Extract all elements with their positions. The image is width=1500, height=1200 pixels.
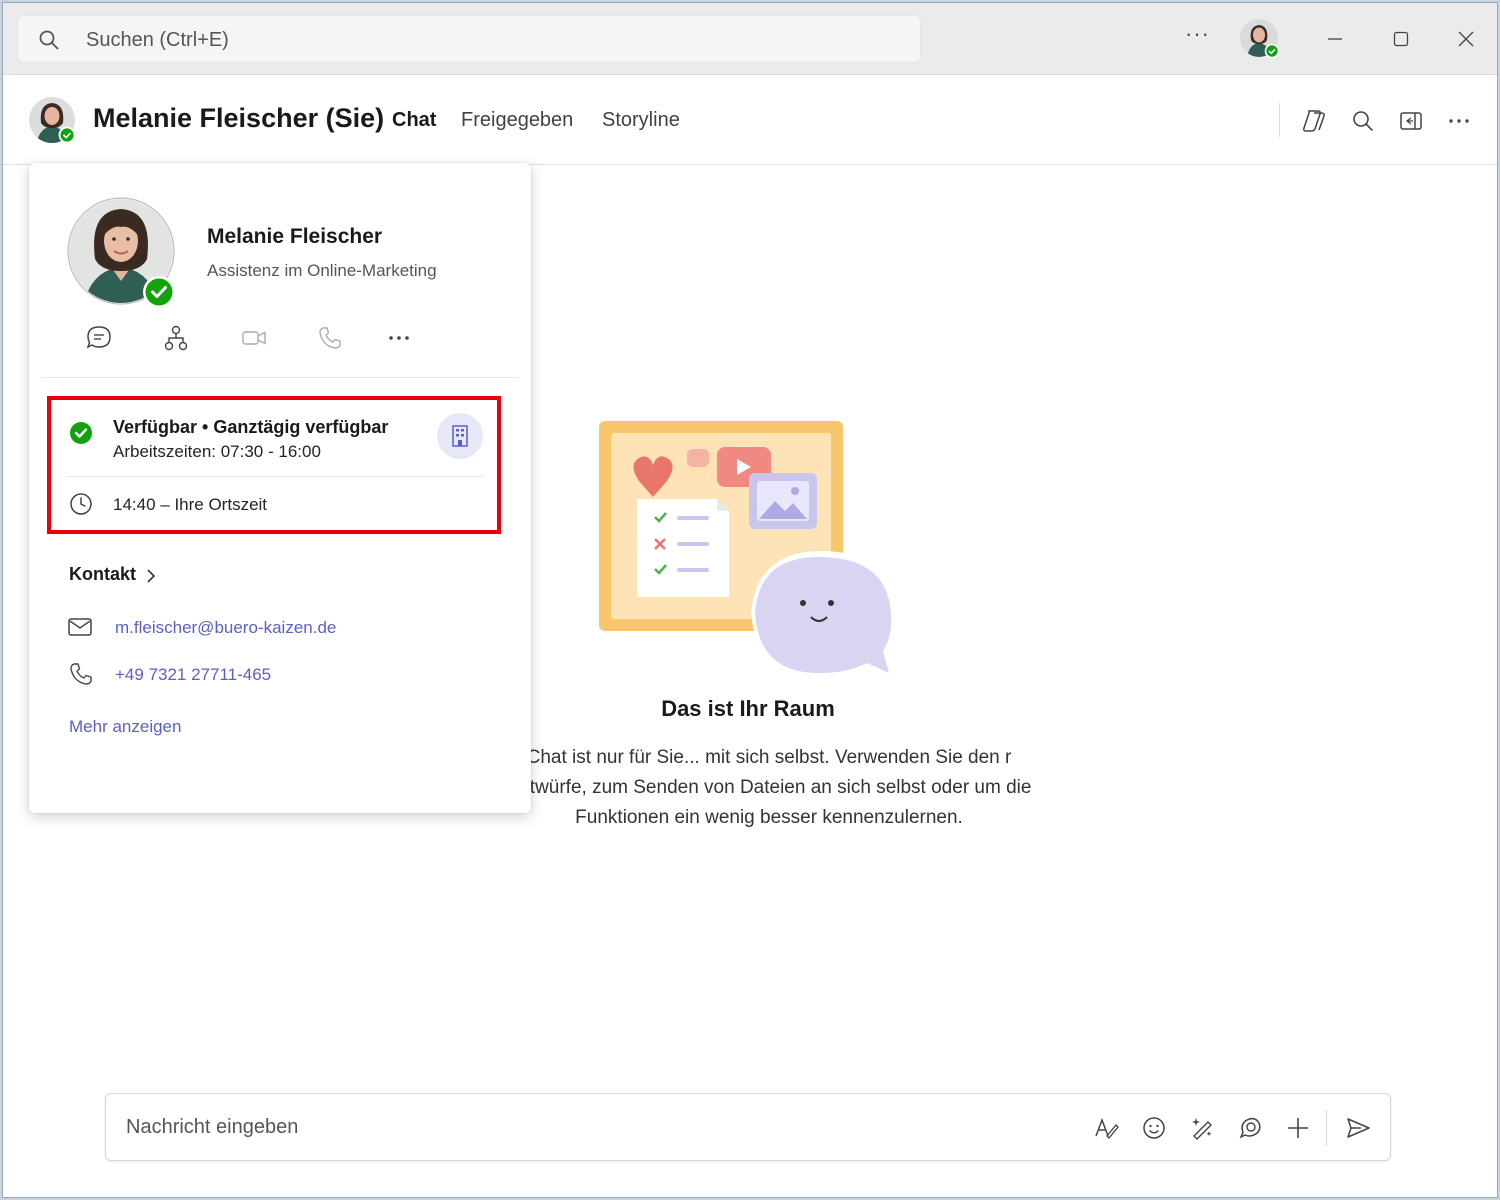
profile-photo xyxy=(67,197,175,308)
show-more-link[interactable]: Mehr anzeigen xyxy=(69,717,181,737)
search-icon xyxy=(39,30,59,50)
tab-chat[interactable]: Chat xyxy=(392,109,436,132)
chevron-right-icon[interactable] xyxy=(143,566,159,586)
contact-heading[interactable]: Kontakt xyxy=(69,564,136,585)
card-divider xyxy=(41,377,519,378)
building-button[interactable] xyxy=(437,413,483,459)
more-actions-icon[interactable] xyxy=(384,323,414,353)
video-call-icon[interactable] xyxy=(239,323,269,353)
more-icon[interactable] xyxy=(1445,107,1473,135)
title-bar: Suchen (Ctrl+E) ··· xyxy=(3,3,1497,75)
close-icon[interactable] xyxy=(1452,25,1480,53)
mail-icon xyxy=(68,618,92,636)
tab-storyline[interactable]: Storyline xyxy=(602,109,680,132)
message-input[interactable]: Nachricht eingeben xyxy=(126,1116,298,1139)
emoji-icon[interactable] xyxy=(1140,1114,1168,1142)
teams-window: Suchen (Ctrl+E) ··· Melanie Fleischer (S… xyxy=(2,2,1498,1198)
empty-state-title: Das ist Ihr Raum xyxy=(661,696,835,721)
available-status-icon xyxy=(70,422,92,444)
header-divider xyxy=(1279,103,1280,137)
profile-card: Melanie Fleischer Assistenz im Online-Ma… xyxy=(29,163,531,813)
search-placeholder: Suchen (Ctrl+E) xyxy=(86,29,229,51)
phone-call-icon[interactable] xyxy=(315,323,345,353)
building-icon xyxy=(452,425,468,447)
ai-rewrite-icon[interactable] xyxy=(1188,1114,1216,1142)
chat-icon[interactable] xyxy=(84,323,114,353)
phone-link[interactable]: +49 7321 27711-465 xyxy=(115,665,271,685)
format-icon[interactable] xyxy=(1092,1114,1120,1142)
profile-role: Assistenz im Online-Marketing xyxy=(207,261,437,280)
profile-name: Melanie Fleischer xyxy=(207,225,383,248)
more-options-button[interactable]: ··· xyxy=(1185,21,1210,47)
chat-header: Melanie Fleischer (Sie) Chat Freigegeben… xyxy=(3,75,1497,165)
popout-icon[interactable] xyxy=(1397,107,1425,135)
tab-freigegeben[interactable]: Freigegeben xyxy=(461,109,573,132)
working-hours: Arbeitszeiten: 07:30 - 16:00 xyxy=(113,442,321,461)
send-icon[interactable] xyxy=(1344,1114,1372,1142)
local-time: 14:40 – Ihre Ortszeit xyxy=(113,495,268,514)
clock-icon xyxy=(70,493,92,515)
status-divider xyxy=(67,476,483,477)
add-icon[interactable] xyxy=(1284,1114,1312,1142)
maximize-icon[interactable] xyxy=(1387,25,1415,53)
message-composer[interactable]: Nachricht eingeben xyxy=(105,1093,1391,1161)
composer-divider xyxy=(1326,1110,1327,1146)
chat-title: Melanie Fleischer (Sie) xyxy=(93,103,385,133)
availability-status: Verfügbar • Ganztägig verfügbar xyxy=(113,417,389,437)
minimize-icon[interactable] xyxy=(1321,25,1349,53)
empty-state-description: Chat ist nur für Sie... mit sich selbst.… xyxy=(506,747,1032,828)
loop-icon[interactable] xyxy=(1236,1114,1264,1142)
phone-icon xyxy=(70,663,92,685)
chat-avatar[interactable] xyxy=(27,95,77,145)
search-in-chat-icon[interactable] xyxy=(1349,107,1377,135)
email-link[interactable]: m.fleischer@buero-kaizen.de xyxy=(115,618,336,638)
search-box[interactable]: Suchen (Ctrl+E) xyxy=(17,15,921,63)
user-avatar[interactable] xyxy=(1239,18,1279,58)
empty-space-illustration xyxy=(599,421,896,679)
org-chart-icon[interactable] xyxy=(161,323,191,353)
copilot-icon[interactable] xyxy=(1300,107,1328,135)
